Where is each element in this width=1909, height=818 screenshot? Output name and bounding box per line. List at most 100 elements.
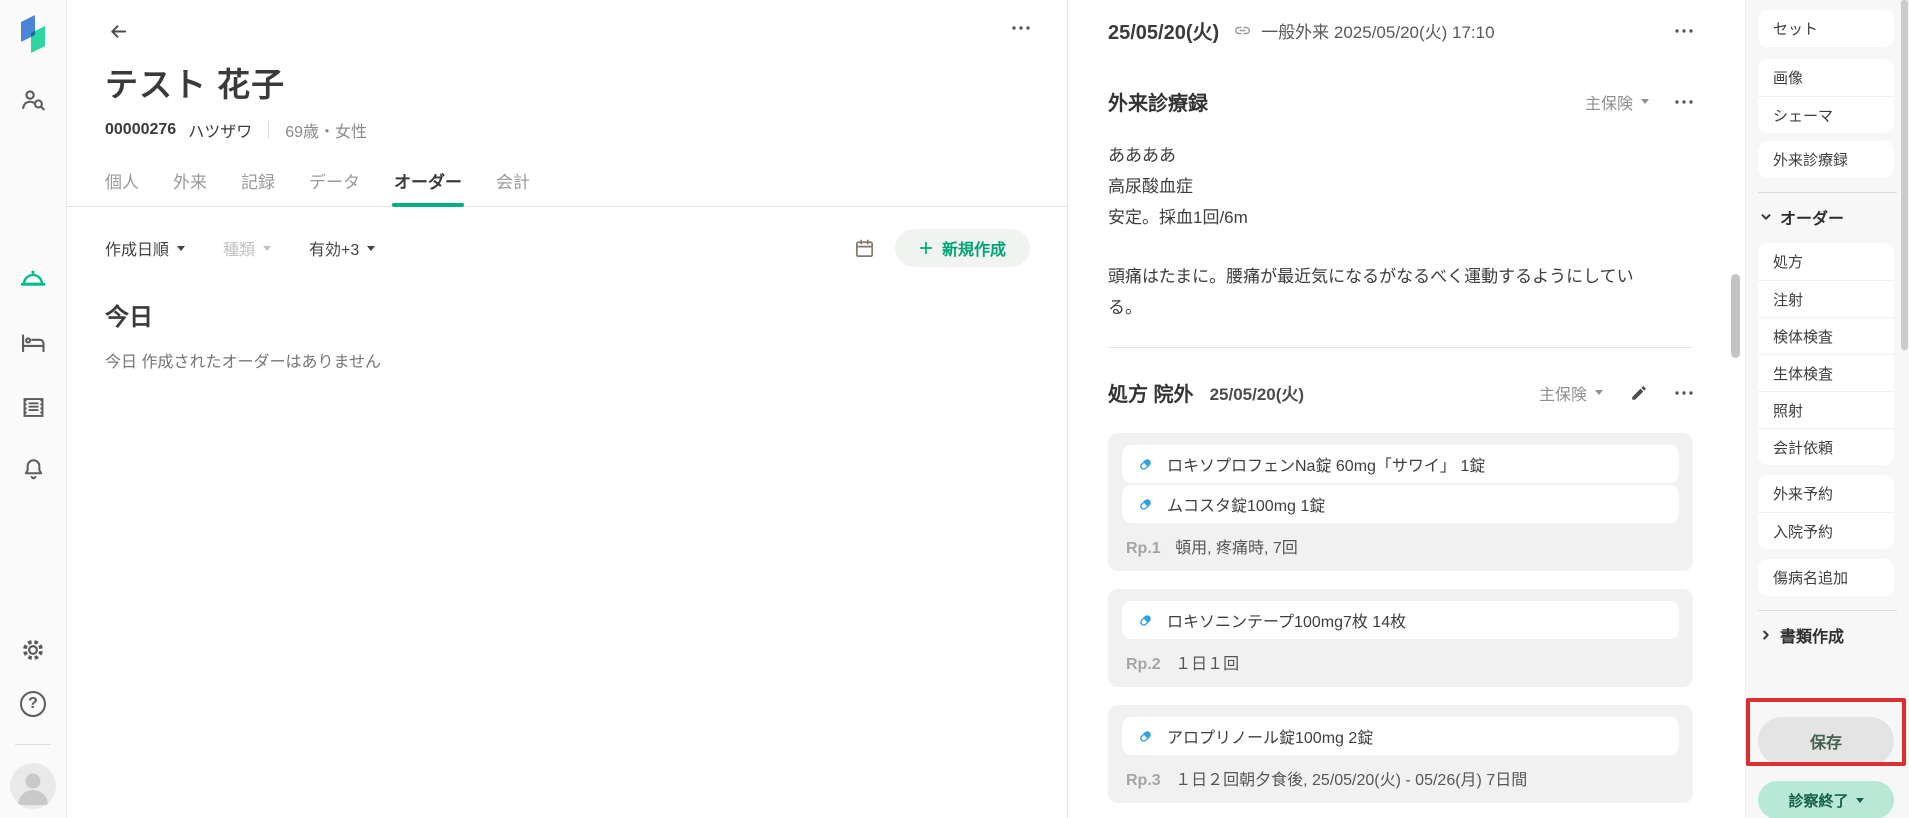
- patient-menu-button[interactable]: [1012, 20, 1030, 36]
- back-button[interactable]: [105, 18, 131, 44]
- pencil-icon: [1632, 385, 1646, 400]
- status-filter-dropdown[interactable]: 有効+3: [309, 236, 376, 260]
- sidebar-order-prescription[interactable]: 処方: [1758, 243, 1894, 280]
- rp-number: Rp.2: [1126, 656, 1161, 673]
- sidebar-order-physiological-test[interactable]: 生体検査: [1758, 354, 1894, 391]
- sidebar-set-button[interactable]: セット: [1758, 10, 1894, 47]
- record-text: ああああ 高尿酸血症 安定。採血1回/6m: [1108, 140, 1693, 233]
- chevron-down-icon: [177, 245, 186, 251]
- record-line: ああああ: [1108, 146, 1176, 165]
- patient-tabs: 個人 外来 記録 データ オーダー 会計: [67, 162, 1067, 207]
- outpatient-cloche-icon[interactable]: [14, 261, 52, 299]
- page-scrollbar-thumb[interactable]: [1901, 0, 1908, 350]
- capsule-icon: [1140, 498, 1151, 510]
- rp-number: Rp.1: [1126, 540, 1161, 557]
- tab-records[interactable]: 記録: [241, 162, 275, 206]
- rp-usage: 頓用, 疼痛時, 7回: [1175, 540, 1298, 557]
- sidebar-admission-reservation[interactable]: 入院予約: [1758, 512, 1894, 549]
- patient-age-sex: 69歳・女性: [285, 124, 368, 141]
- sort-filter-dropdown[interactable]: 作成日順: [105, 236, 186, 260]
- rx-menu-button[interactable]: [1675, 385, 1693, 401]
- patient-id: 00000276: [105, 121, 177, 138]
- app-logo[interactable]: [14, 15, 52, 53]
- tab-accounting[interactable]: 会計: [496, 162, 530, 206]
- inpatient-bed-icon[interactable]: [14, 324, 52, 362]
- insurance-label: 主保険: [1584, 95, 1633, 113]
- sidebar-divider: [1758, 192, 1897, 193]
- rx-group-card[interactable]: アロプリノール錠100mg 2錠 Rp.3 １日２回朝夕食後, 25/05/20…: [1108, 705, 1693, 803]
- sidebar-outpatient-reservation[interactable]: 外来予約: [1758, 475, 1894, 512]
- medication-name: ムコスタ錠100mg 1錠: [1167, 498, 1326, 515]
- order-header-label: オーダー: [1780, 211, 1845, 228]
- capsule-icon: [1140, 458, 1151, 470]
- karte-panel: 25/05/20(火) 一般外来 2025/05/20(火) 17:10 外来診…: [1067, 0, 1733, 818]
- sidebar-order-injection[interactable]: 注射: [1758, 280, 1894, 317]
- medication-item[interactable]: ロキソニンテープ100mg7枚 14枚: [1122, 601, 1679, 639]
- record-menu-button[interactable]: [1675, 94, 1693, 110]
- sidebar-order-specimen-test[interactable]: 検体検査: [1758, 317, 1894, 354]
- rp-usage-row: Rp.1 頓用, 疼痛時, 7回: [1126, 534, 1679, 558]
- create-new-label: 新規作成: [941, 242, 1006, 259]
- rp-usage-row: Rp.3 １日２回朝夕食後, 25/05/20(火) - 05/26(月) 7日…: [1126, 766, 1679, 790]
- chevron-down-icon: [1761, 214, 1771, 220]
- today-empty-message: 今日 作成されたオーダーはありません: [105, 354, 381, 371]
- medication-item[interactable]: ロキソプロフェンNa錠 60mg「サワイ」 1錠: [1122, 445, 1679, 483]
- sidebar-order-billing-request[interactable]: 会計依頼: [1758, 428, 1894, 465]
- documents-section-header[interactable]: 書類作成: [1758, 623, 1897, 647]
- medication-item[interactable]: ムコスタ錠100mg 1錠: [1122, 485, 1679, 523]
- tab-personal[interactable]: 個人: [105, 162, 139, 206]
- user-avatar[interactable]: [10, 763, 56, 809]
- insurance-label: 主保険: [1538, 386, 1587, 404]
- sidebar-order-radiation[interactable]: 照射: [1758, 391, 1894, 428]
- order-section-header[interactable]: オーダー: [1758, 205, 1897, 229]
- record-line: 高尿酸血症: [1108, 177, 1193, 196]
- sidebar-karte-button[interactable]: 外来診療録: [1758, 141, 1894, 178]
- sidebar-media-group: 画像 シェーマ: [1758, 59, 1894, 133]
- medication-name: ロキソプロフェンNa錠 60mg「サワイ」 1錠: [1167, 458, 1486, 475]
- capsule-icon: [1140, 730, 1151, 742]
- chevron-down-icon: [367, 245, 376, 251]
- rx-group-card[interactable]: ロキソプロフェンNa錠 60mg「サワイ」 1錠 ムコスタ錠100mg 1錠 R…: [1108, 433, 1693, 571]
- tab-orders[interactable]: オーダー: [392, 162, 464, 207]
- rx-group-card[interactable]: ロキソニンテープ100mg7枚 14枚 Rp.2 １日１回: [1108, 589, 1693, 687]
- today-heading: 今日: [105, 304, 153, 331]
- chevron-right-icon: [1763, 630, 1769, 640]
- notifications-bell-icon[interactable]: [14, 450, 52, 488]
- orders-panel: テスト 花子 00000276 ハツザワ 69歳・女性 個人 外来 記録 データ…: [67, 0, 1067, 818]
- rx-edit-button[interactable]: [1629, 383, 1649, 403]
- plus-icon: [919, 241, 933, 255]
- sidebar-reservation-group: 外来予約 入院予約: [1758, 475, 1894, 549]
- rx-title: 処方 院外: [1108, 384, 1194, 406]
- sort-filter-label: 作成日順: [105, 242, 170, 259]
- app-root: ? テスト 花子 00000276 ハツザワ 69歳・女性 個人 外来 記録 デ…: [0, 0, 1909, 818]
- rx-insurance-dropdown[interactable]: 主保険: [1539, 381, 1603, 405]
- chevron-down-icon: [1641, 99, 1649, 104]
- create-new-button[interactable]: 新規作成: [894, 229, 1030, 267]
- rp-usage-row: Rp.2 １日１回: [1126, 650, 1679, 674]
- sidebar-schema-button[interactable]: シェーマ: [1758, 96, 1894, 133]
- tab-outpatient[interactable]: 外来: [173, 162, 207, 206]
- karte-menu-button[interactable]: [1675, 23, 1693, 39]
- chevron-down-icon: [1855, 797, 1864, 803]
- kind-filter-dropdown[interactable]: 種類: [223, 236, 272, 260]
- sidebar-add-disease-button[interactable]: 傷病名追加: [1758, 559, 1894, 596]
- save-button[interactable]: 保存: [1758, 717, 1894, 765]
- record-insurance-dropdown[interactable]: 主保険: [1585, 90, 1649, 114]
- sidebar-image-button[interactable]: 画像: [1758, 59, 1894, 96]
- left-nav-divider: [15, 744, 51, 745]
- link-icon: [1233, 21, 1252, 40]
- order-sidebar: セット 画像 シェーマ 外来診療録 オーダー 処方 注射 検体検査 生体検査 照…: [1745, 0, 1909, 818]
- medication-item[interactable]: アロプリノール錠100mg 2錠: [1122, 717, 1679, 755]
- end-exam-label: 診察終了: [1788, 792, 1849, 810]
- patient-meta: 00000276 ハツザワ 69歳・女性: [105, 118, 1030, 142]
- receipt-icon[interactable]: [14, 388, 52, 426]
- tab-data[interactable]: データ: [309, 162, 360, 206]
- help-icon[interactable]: ?: [14, 685, 52, 723]
- record-paragraph: 頭痛はたまに。腰痛が最近気になるがなるべく運動するようにしている。: [1108, 267, 1634, 317]
- end-exam-button[interactable]: 診察終了: [1758, 781, 1894, 818]
- settings-gear-icon[interactable]: [14, 631, 52, 669]
- karte-scrollbar-thumb[interactable]: [1731, 274, 1740, 358]
- patient-search-icon[interactable]: [14, 81, 52, 119]
- calendar-button[interactable]: [852, 235, 878, 261]
- visit-link[interactable]: 一般外来 2025/05/20(火) 17:10: [1261, 18, 1494, 43]
